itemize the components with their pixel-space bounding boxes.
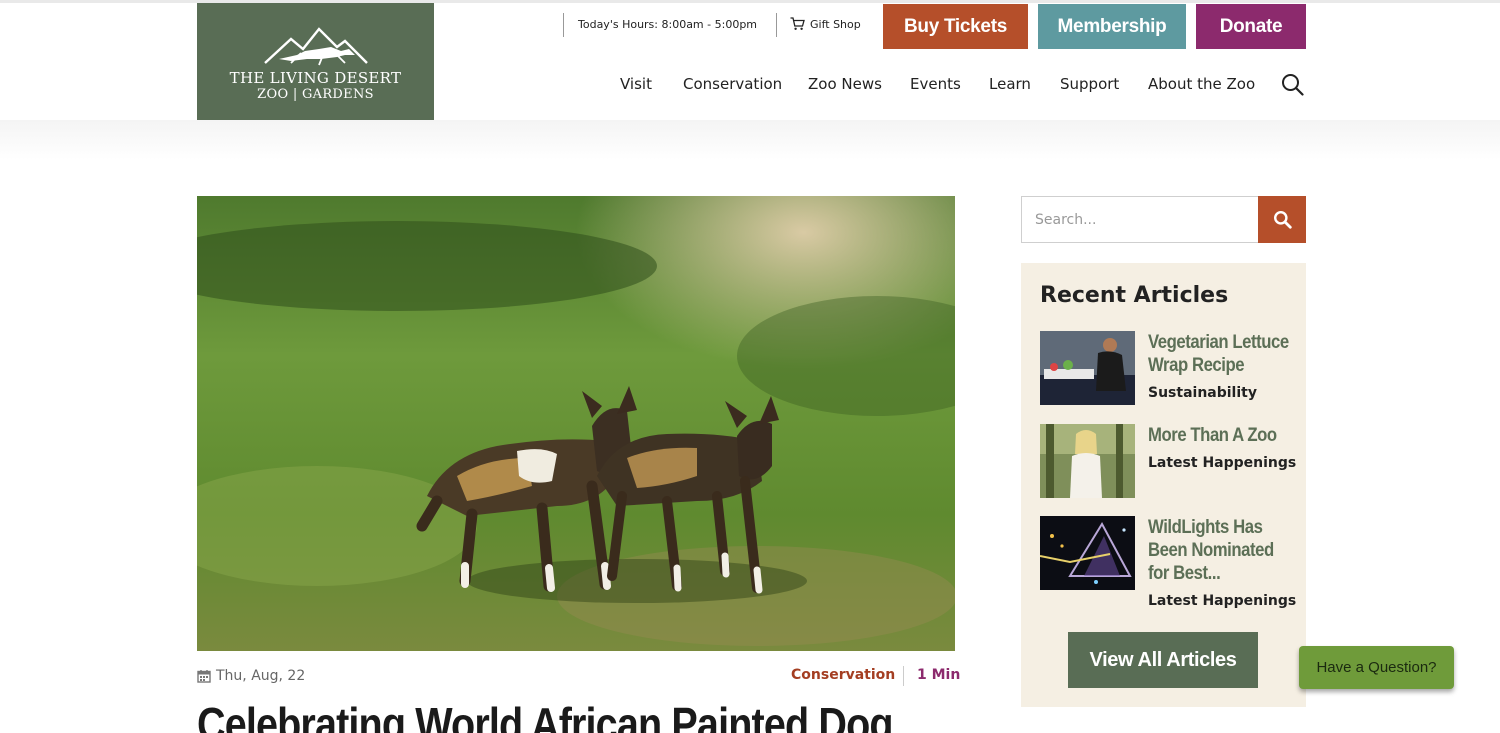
article-thumbnail[interactable]: [1040, 424, 1135, 498]
meta-divider: [903, 666, 904, 686]
view-all-articles-button[interactable]: View All Articles: [1068, 632, 1258, 688]
hero-image-painted-dogs: [197, 196, 955, 651]
header-shadow: [0, 120, 1500, 160]
article-thumbnail[interactable]: [1040, 331, 1135, 405]
mountain-runner-icon: [263, 27, 368, 66]
article-thumbnail[interactable]: [1040, 516, 1135, 590]
nav-visit[interactable]: Visit: [620, 75, 652, 93]
article-title-link[interactable]: More Than A Zoo: [1148, 424, 1293, 447]
utility-divider: [776, 13, 777, 37]
sidebar-search-input[interactable]: [1021, 196, 1259, 243]
nav-zoo-news[interactable]: Zoo News: [808, 75, 882, 93]
gift-shop-link[interactable]: Gift Shop: [790, 17, 861, 31]
search-icon[interactable]: [1281, 73, 1304, 96]
site-logo[interactable]: THE LIVING DESERT ZOO | GARDENS: [197, 3, 434, 120]
cart-icon: [790, 17, 805, 30]
recent-articles-heading: Recent Articles: [1040, 283, 1229, 308]
have-a-question-button[interactable]: Have a Question?: [1299, 646, 1454, 689]
article-category: Latest Happenings: [1148, 455, 1297, 471]
article-title: Celebrating World African Painted Dog: [197, 698, 894, 733]
logo-title: THE LIVING DESERT: [229, 69, 402, 87]
membership-button[interactable]: Membership: [1038, 4, 1186, 49]
sidebar-search-button[interactable]: [1258, 196, 1306, 243]
calendar-icon: [197, 670, 211, 683]
article-category: Latest Happenings: [1148, 593, 1297, 609]
article-title-link[interactable]: WildLights Has Been Nominated for Best..…: [1148, 516, 1293, 585]
todays-hours: Today's Hours: 8:00am - 5:00pm: [578, 18, 758, 31]
search-icon: [1273, 211, 1292, 229]
buy-tickets-button[interactable]: Buy Tickets: [883, 4, 1028, 49]
gift-shop-label: Gift Shop: [810, 17, 861, 31]
article-date: Thu, Aug, 22: [197, 668, 305, 684]
utility-divider: [563, 13, 564, 37]
nav-events[interactable]: Events: [910, 75, 961, 93]
nav-learn[interactable]: Learn: [989, 75, 1031, 93]
nav-support[interactable]: Support: [1060, 75, 1119, 93]
article-title-link[interactable]: Vegetarian Lettuce Wrap Recipe: [1148, 331, 1293, 377]
article-category: Sustainability: [1148, 385, 1257, 401]
nav-conservation[interactable]: Conservation: [683, 75, 782, 93]
read-time: 1 Min: [917, 667, 961, 683]
donate-button[interactable]: Donate: [1196, 4, 1306, 49]
logo-subtitle: ZOO | GARDENS: [257, 87, 374, 102]
article-category-link[interactable]: Conservation: [791, 667, 895, 683]
nav-about-the-zoo[interactable]: About the Zoo: [1148, 75, 1255, 93]
recent-articles-panel: Recent Articles Vegetarian Lettuce Wrap …: [1021, 263, 1306, 707]
article-date-text: Thu, Aug, 22: [216, 668, 306, 684]
